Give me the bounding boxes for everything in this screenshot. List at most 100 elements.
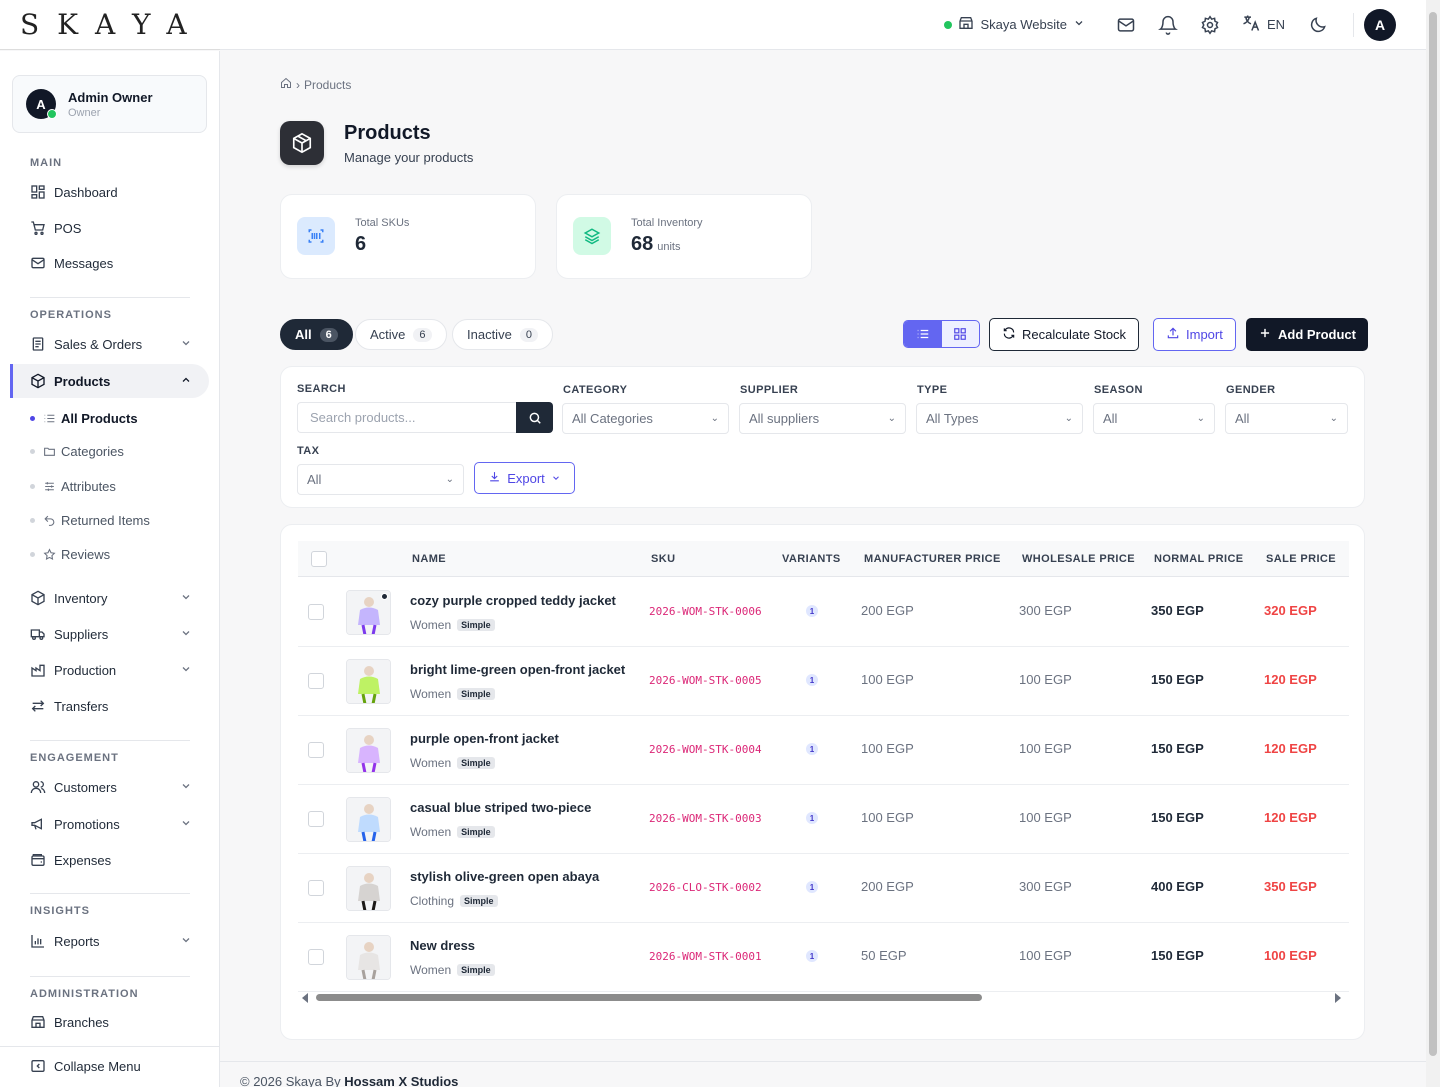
select-all-checkbox[interactable] <box>311 551 327 567</box>
mail-icon[interactable] <box>1114 13 1138 37</box>
sidebar-subitem-reviews[interactable]: Reviews <box>30 544 110 564</box>
search-input[interactable]: Search products... <box>297 402 516 433</box>
sidebar-item-dashboard[interactable]: Dashboard <box>30 180 192 204</box>
supplier-select[interactable]: All suppliers ⌄ <box>739 403 906 434</box>
category-label: Women <box>410 963 452 977</box>
export-button[interactable]: Export <box>474 462 575 494</box>
user-name: Admin Owner <box>68 89 153 105</box>
arrow-left-icon[interactable] <box>302 991 310 1006</box>
product-thumbnail[interactable] <box>346 590 391 635</box>
site-selector[interactable]: Skaya Website <box>944 15 1084 34</box>
language-selector[interactable]: EN <box>1241 13 1285 36</box>
season-select[interactable]: All ⌄ <box>1093 403 1215 434</box>
row-checkbox[interactable] <box>308 604 324 620</box>
tab-all[interactable]: All 6 <box>280 319 353 350</box>
column-header-variants[interactable]: VARIANTS <box>782 553 841 565</box>
brand-logo[interactable]: SKAYA <box>0 0 220 50</box>
search-button[interactable] <box>516 402 553 433</box>
table-row[interactable]: New dress Women Simple 2026-WOM-STK-0001 1 50… <box>298 923 1349 992</box>
table-row[interactable]: bright lime-green open-front jacket Women… <box>298 647 1349 716</box>
sidebar-item-sales-orders[interactable]: Sales & Orders <box>30 332 192 356</box>
variants-count-badge[interactable]: 1 <box>806 743 818 755</box>
moon-icon[interactable] <box>1306 13 1330 37</box>
column-header-sku[interactable]: SKU <box>651 553 675 565</box>
scrollbar-thumb[interactable] <box>316 994 982 1001</box>
import-button[interactable]: Import <box>1153 318 1236 351</box>
type-select[interactable]: All Types ⌄ <box>916 403 1083 434</box>
sidebar-item-inventory[interactable]: Inventory <box>30 586 192 610</box>
variants-count-badge[interactable]: 1 <box>806 674 818 686</box>
window-scrollbar[interactable] <box>1426 0 1440 1087</box>
tab-count: 0 <box>519 327 538 342</box>
sidebar-item-transfers[interactable]: Transfers <box>30 694 192 718</box>
studio-link[interactable]: Hossam X Studios <box>344 1074 458 1087</box>
collapse-menu-button[interactable]: Collapse Menu <box>30 1054 192 1078</box>
add-product-button[interactable]: Add Product <box>1246 318 1368 351</box>
table-row[interactable]: stylish olive-green open abaya Clothing Si… <box>298 854 1349 923</box>
tax-select[interactable]: All ⌄ <box>297 464 464 495</box>
sidebar-item-messages[interactable]: Messages <box>30 251 192 275</box>
product-thumbnail[interactable] <box>346 935 391 980</box>
column-header-name[interactable]: NAME <box>412 553 446 565</box>
home-icon[interactable] <box>280 77 292 92</box>
scrollbar-thumb[interactable] <box>1429 12 1437 1056</box>
grid-view-button[interactable] <box>942 321 980 347</box>
column-header-wholesale-price[interactable]: WHOLESALE PRICE <box>1022 553 1135 565</box>
sidebar-item-production[interactable]: Production <box>30 658 192 682</box>
user-avatar[interactable]: A <box>1364 8 1396 41</box>
sidebar-subitem-attributes[interactable]: Attributes <box>30 476 116 496</box>
product-thumbnail[interactable] <box>346 659 391 704</box>
product-name[interactable]: New dress <box>410 938 475 953</box>
sidebar-item-expenses[interactable]: Expenses <box>30 848 192 872</box>
user-card[interactable]: A Admin Owner Owner <box>12 75 207 133</box>
section-insights: INSIGHTS <box>30 905 90 917</box>
product-thumbnail[interactable] <box>346 797 391 842</box>
product-name[interactable]: stylish olive-green open abaya <box>410 869 599 884</box>
column-header-normal-price[interactable]: NORMAL PRICE <box>1154 553 1244 565</box>
sidebar-subitem-returned-items[interactable]: Returned Items <box>30 510 150 530</box>
variants-count-badge[interactable]: 1 <box>806 950 818 962</box>
table-row[interactable]: casual blue striped two-piece Women Simple… <box>298 785 1349 854</box>
variants-count-badge[interactable]: 1 <box>806 881 818 893</box>
variants-count-badge[interactable]: 1 <box>806 812 818 824</box>
recalculate-stock-button[interactable]: Recalculate Stock <box>989 318 1140 351</box>
row-checkbox[interactable] <box>308 880 324 896</box>
tab-active[interactable]: Active 6 <box>355 319 447 350</box>
row-checkbox[interactable] <box>308 742 324 758</box>
sidebar-subitem-categories[interactable]: Categories <box>30 441 124 461</box>
gear-icon[interactable] <box>1198 13 1222 37</box>
row-checkbox[interactable] <box>308 949 324 965</box>
sidebar-item-branches[interactable]: Branches <box>30 1010 192 1034</box>
sidebar-subitem-all-products[interactable]: All Products <box>30 408 138 428</box>
row-checkbox[interactable] <box>308 811 324 827</box>
cart-icon <box>30 220 46 236</box>
column-header-sale-price[interactable]: SALE PRICE <box>1266 553 1336 565</box>
arrow-right-icon[interactable] <box>1333 991 1341 1006</box>
sidebar-item-reports[interactable]: Reports <box>30 929 192 953</box>
type-badge: Simple <box>457 757 495 769</box>
sidebar-item-customers[interactable]: Customers <box>30 775 192 799</box>
product-name[interactable]: purple open-front jacket <box>410 731 559 746</box>
horizontal-scrollbar[interactable] <box>298 989 1349 1005</box>
gender-select[interactable]: All ⌄ <box>1225 403 1348 434</box>
product-name[interactable]: bright lime-green open-front jacket <box>410 662 625 677</box>
product-name[interactable]: cozy purple cropped teddy jacket <box>410 593 616 608</box>
list-view-button[interactable] <box>904 321 942 347</box>
sidebar-item-products[interactable]: Products <box>30 369 192 393</box>
sidebar-item-suppliers[interactable]: Suppliers <box>30 622 192 646</box>
tab-inactive[interactable]: Inactive 0 <box>452 319 553 350</box>
row-checkbox[interactable] <box>308 673 324 689</box>
bullet <box>30 517 35 523</box>
table-row[interactable]: purple open-front jacket Women Simple 2026-… <box>298 716 1349 785</box>
variants-count-badge[interactable]: 1 <box>806 605 818 617</box>
bell-icon[interactable] <box>1156 13 1180 37</box>
table-row[interactable]: cozy purple cropped teddy jacket Women Sim… <box>298 578 1349 647</box>
product-thumbnail[interactable] <box>346 866 391 911</box>
category-select[interactable]: All Categories ⌄ <box>562 403 729 434</box>
product-thumbnail[interactable] <box>346 728 391 773</box>
column-header-manufacturer-price[interactable]: MANUFACTURER PRICE <box>864 553 1001 565</box>
divider <box>30 893 190 894</box>
sidebar-item-pos[interactable]: POS <box>30 216 192 240</box>
product-name[interactable]: casual blue striped two-piece <box>410 800 591 815</box>
sidebar-item-promotions[interactable]: Promotions <box>30 812 192 836</box>
